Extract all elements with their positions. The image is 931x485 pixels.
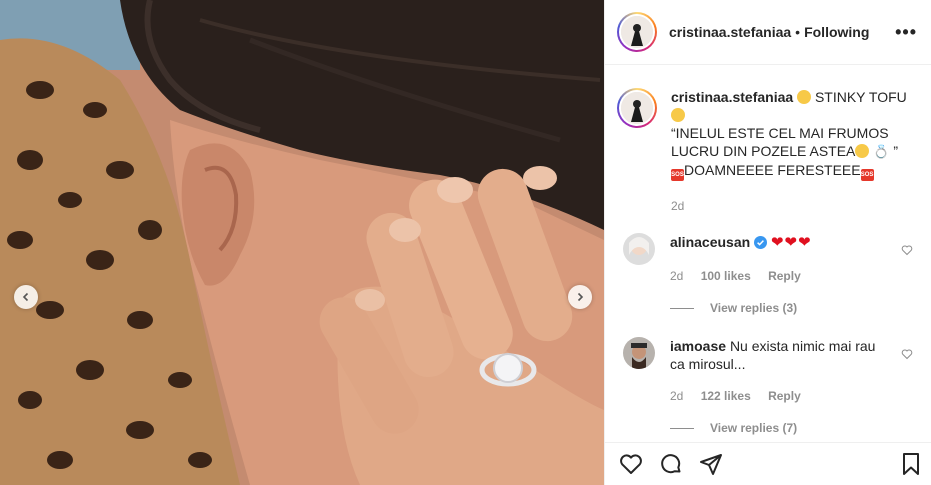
view-replies-label: View replies (3) (710, 301, 798, 315)
caption-line-3: DOAMNEEEE FERESTEEE (684, 162, 861, 178)
chevron-right-icon (575, 289, 585, 305)
reply-button[interactable]: Reply (768, 389, 801, 403)
sos-emoji-icon: SOS (671, 169, 684, 181)
comment-item: alinaceusan ❤❤❤ 2d 100 likes Reply (605, 233, 931, 285)
replies-divider (670, 307, 694, 309)
comment-username[interactable]: iamoase (670, 338, 726, 354)
post-caption: cristinaa.stefaniaa STINKY TOFU “INELUL … (605, 66, 931, 215)
comment-username[interactable]: alinaceusan (670, 234, 750, 250)
author-avatar[interactable] (617, 12, 657, 52)
caption-line-1: STINKY TOFU (814, 89, 907, 105)
verified-badge-icon (754, 235, 768, 253)
caption-avatar[interactable] (617, 88, 657, 128)
comment-likes[interactable]: 100 likes (701, 269, 751, 283)
view-replies-button[interactable]: View replies (3) (670, 301, 931, 315)
header-separator: • (795, 24, 801, 40)
comment-hearts: ❤❤❤ (770, 234, 812, 251)
scream-emoji-icon (797, 90, 812, 104)
comment-likes[interactable]: 122 likes (701, 389, 751, 403)
heart-icon[interactable] (619, 452, 643, 476)
photo-illustration (0, 0, 604, 485)
comment-time: 2d (670, 389, 684, 403)
view-replies-button[interactable]: View replies (7) (670, 421, 931, 435)
ring-emoji-icon: 💍 (873, 144, 890, 159)
commenter-avatar[interactable] (623, 337, 655, 369)
commenter-avatar[interactable] (623, 233, 655, 265)
comment-time: 2d (670, 269, 684, 283)
author-username[interactable]: cristinaa.stefaniaa (669, 24, 791, 40)
comment-icon[interactable] (659, 452, 683, 476)
reply-button[interactable]: Reply (768, 269, 801, 283)
post-sidebar: cristinaa.stefaniaa • Following ••• cris… (604, 0, 931, 485)
carousel-next-button[interactable] (568, 285, 592, 309)
bookmark-icon[interactable] (899, 452, 923, 476)
share-icon[interactable] (699, 452, 723, 476)
comment-like-icon[interactable] (901, 347, 913, 363)
comment-like-icon[interactable] (901, 243, 913, 259)
scream-emoji-icon (671, 108, 685, 122)
replies-divider (670, 427, 694, 429)
carousel-prev-button[interactable] (14, 285, 38, 309)
caption-username[interactable]: cristinaa.stefaniaa (671, 89, 793, 105)
follow-status-button[interactable]: Following (804, 24, 869, 40)
chevron-left-icon (21, 289, 31, 305)
post-header: cristinaa.stefaniaa • Following ••• (605, 0, 931, 65)
post-actions (605, 442, 931, 485)
sos-emoji-icon: SOS (860, 169, 874, 181)
post-photo (0, 0, 604, 485)
view-replies-label: View replies (7) (710, 421, 798, 435)
comments-list: cristinaa.stefaniaa STINKY TOFU “INELUL … (605, 66, 931, 442)
caption-quote-end: ” (889, 143, 899, 159)
laughing-emoji-icon (855, 144, 870, 158)
more-options-icon[interactable]: ••• (895, 22, 917, 43)
comment-item: iamoase Nu exista nimic mai rau ca miros… (605, 337, 931, 405)
caption-time: 2d (671, 199, 685, 213)
